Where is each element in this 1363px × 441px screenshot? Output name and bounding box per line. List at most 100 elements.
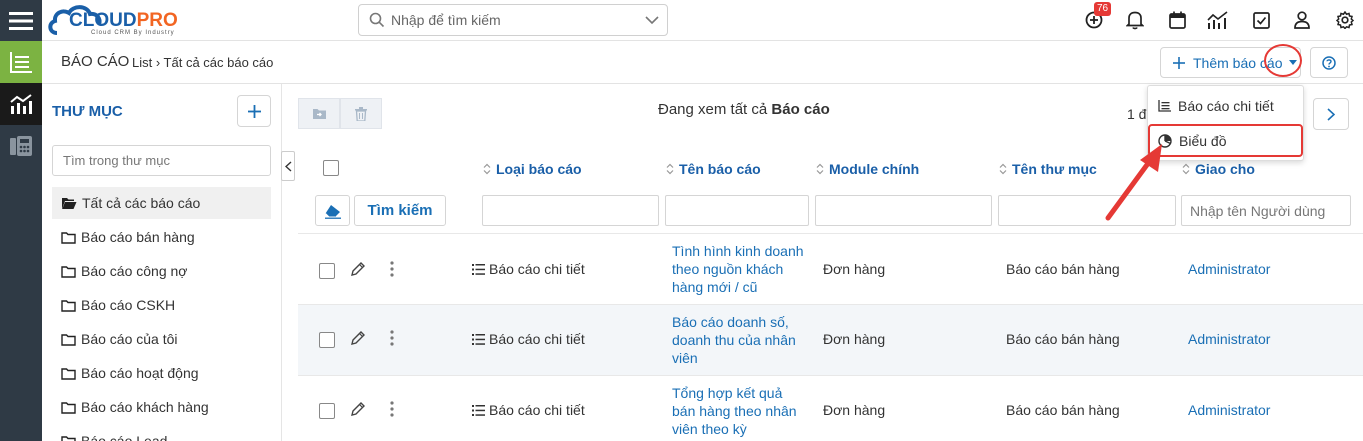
add-folder-button[interactable]	[237, 95, 271, 127]
module-title[interactable]: BÁO CÁO	[61, 53, 129, 70]
column-header-type[interactable]: Loại báo cáo	[483, 161, 582, 177]
pencil-icon[interactable]	[350, 330, 366, 346]
folder-item-label: Báo cáo bán hàng	[81, 229, 195, 245]
row-assignee-link[interactable]: Administrator	[1188, 402, 1270, 418]
folder-search-input[interactable]	[52, 145, 271, 176]
dropdown-item-detail-report[interactable]: Báo cáo chi tiết	[1148, 90, 1303, 122]
select-all-checkbox[interactable]	[323, 160, 339, 176]
folder-item-label: Báo cáo khách hàng	[81, 399, 209, 415]
rail-list-button[interactable]	[0, 41, 42, 83]
filter-module-input[interactable]	[815, 195, 992, 226]
calendar-button[interactable]	[1166, 9, 1188, 31]
filter-name-input[interactable]	[665, 195, 809, 226]
next-page-button[interactable]	[1313, 98, 1349, 130]
hamburger-menu-button[interactable]	[0, 0, 42, 42]
delete-button[interactable]	[340, 98, 382, 129]
row-report-name-link[interactable]: Tình hình kinh doanh theo nguồn khách hà…	[672, 242, 807, 296]
top-header: CLOUDPRO Cloud CRM By Industry 76	[42, 0, 1363, 41]
row-assignee-link[interactable]: Administrator	[1188, 331, 1270, 347]
annotation-arrow-icon	[1105, 144, 1162, 221]
pencil-icon[interactable]	[350, 261, 366, 277]
folder-icon	[61, 265, 76, 278]
row-report-name-link[interactable]: Báo cáo doanh số, doanh thu của nhân viê…	[672, 313, 807, 367]
rail-phone-button[interactable]	[0, 125, 42, 167]
more-vertical-icon[interactable]	[390, 261, 394, 277]
hamburger-icon	[9, 12, 33, 30]
left-rail	[0, 0, 42, 441]
filter-assignee-input[interactable]	[1181, 195, 1351, 226]
settings-button[interactable]	[1334, 9, 1356, 31]
filter-search-button[interactable]: Tìm kiếm	[354, 195, 446, 226]
folder-item-label: Tất cả các báo cáo	[82, 195, 201, 211]
folder-sidebar-title: THƯ MỤC	[52, 103, 123, 120]
reports-button[interactable]	[1207, 9, 1229, 31]
folder-item-sales[interactable]: Báo cáo bán hàng	[52, 221, 271, 253]
app-root: CLOUDPRO Cloud CRM By Industry 76	[0, 0, 1363, 441]
column-header-label: Tên thư mục	[1012, 161, 1097, 177]
folder-item-all[interactable]: Tất cả các báo cáo	[52, 187, 271, 219]
row-checkbox[interactable]	[319, 403, 335, 419]
folder-open-icon	[62, 197, 77, 209]
sort-icon	[999, 163, 1007, 175]
row-module: Đơn hàng	[823, 331, 886, 347]
module-subheader: BÁO CÁO List › Tất cả các báo cáo Thêm b…	[42, 41, 1363, 84]
folder-item-mine[interactable]: Báo cáo của tôi	[52, 323, 271, 355]
rail-report-button[interactable]	[0, 83, 42, 125]
column-header-assignee[interactable]: Giao cho	[1182, 161, 1255, 177]
folder-item-label: Báo cáo của tôi	[81, 331, 178, 347]
tasks-button[interactable]	[1250, 9, 1272, 31]
folder-icon	[61, 333, 76, 346]
column-header-name[interactable]: Tên báo cáo	[666, 161, 761, 177]
user-profile-button[interactable]	[1291, 9, 1313, 31]
table-row[interactable]: Báo cáo chi tiết Tình hình kinh doanh th…	[298, 233, 1363, 304]
help-icon	[1322, 55, 1336, 70]
notifications-button[interactable]	[1124, 9, 1146, 31]
folder-item-label: Báo cáo công nợ	[81, 263, 188, 279]
gear-icon	[1336, 11, 1354, 29]
chevron-down-icon[interactable]	[645, 16, 659, 25]
move-folder-button[interactable]	[298, 98, 340, 129]
list-icon	[472, 404, 485, 416]
row-checkbox[interactable]	[319, 332, 335, 348]
sort-icon	[1182, 163, 1190, 175]
list-icon	[472, 333, 485, 345]
column-header-folder[interactable]: Tên thư mục	[999, 161, 1097, 177]
folder-item-cskh[interactable]: Báo cáo CSKH	[52, 289, 271, 321]
column-header-module[interactable]: Module chính	[816, 161, 919, 177]
search-icon	[369, 12, 385, 28]
plus-icon	[247, 104, 261, 118]
folder-item-lead[interactable]: Báo cáo Lead	[52, 425, 271, 441]
clear-filter-button[interactable]	[315, 195, 350, 226]
sort-icon	[816, 163, 824, 175]
folder-item-debt[interactable]: Báo cáo công nợ	[52, 255, 271, 287]
global-search[interactable]	[358, 4, 668, 36]
bar-chart-icon	[10, 94, 32, 114]
pencil-icon[interactable]	[350, 401, 366, 417]
row-type-label: Báo cáo chi tiết	[489, 402, 585, 418]
breadcrumb[interactable]: List › Tất cả các báo cáo	[132, 55, 273, 70]
folder-item-label: Báo cáo CSKH	[81, 297, 176, 313]
sort-icon	[666, 163, 674, 175]
more-vertical-icon[interactable]	[390, 330, 394, 346]
table-row[interactable]: Báo cáo chi tiết Tổng hợp kết quả bán hà…	[298, 375, 1363, 441]
row-assignee-link[interactable]: Administrator	[1188, 261, 1270, 277]
more-vertical-icon[interactable]	[390, 401, 394, 417]
row-module: Đơn hàng	[823, 402, 886, 418]
sort-icon	[483, 163, 491, 175]
list-icon	[10, 52, 32, 73]
folder-item-customer[interactable]: Báo cáo khách hàng	[52, 391, 271, 423]
row-checkbox[interactable]	[319, 263, 335, 279]
folder-item-activity[interactable]: Báo cáo hoạt động	[52, 357, 271, 389]
table-row[interactable]: Báo cáo chi tiết Báo cáo doanh số, doanh…	[298, 304, 1363, 375]
filter-type-input[interactable]	[482, 195, 659, 226]
calendar-icon	[1168, 11, 1186, 29]
pager-text: 1 đ	[1127, 106, 1147, 122]
help-button[interactable]	[1310, 47, 1348, 78]
viewing-label: Đang xem tất cả Báo cáo	[658, 101, 830, 118]
global-search-input[interactable]	[391, 5, 631, 35]
row-report-name-link[interactable]: Tổng hợp kết quả bán hàng theo nhân viên…	[672, 384, 807, 438]
cloudpro-logo[interactable]: CLOUDPRO Cloud CRM By Industry	[47, 3, 207, 39]
column-header-label: Tên báo cáo	[679, 161, 761, 177]
chevron-right-icon	[1327, 107, 1335, 121]
row-module: Đơn hàng	[823, 261, 886, 277]
